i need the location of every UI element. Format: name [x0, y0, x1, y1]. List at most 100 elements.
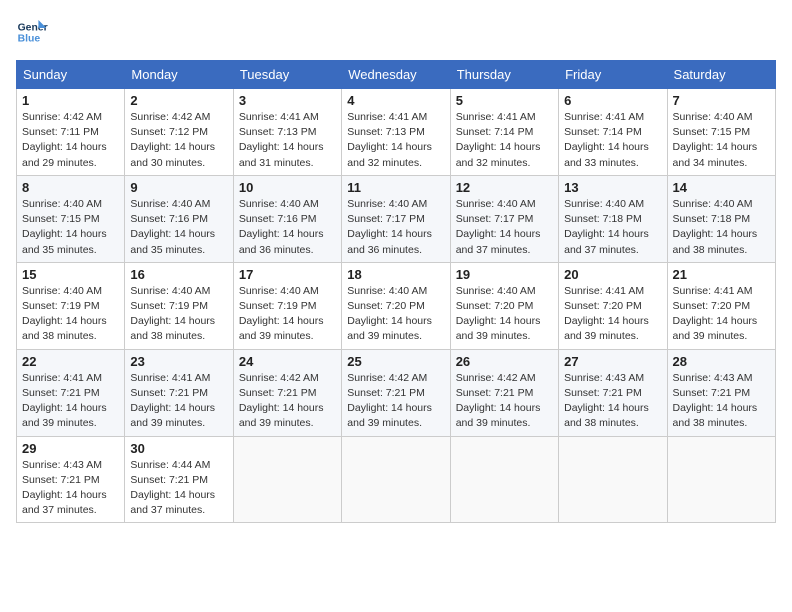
calendar-week-1: 1 Sunrise: 4:42 AMSunset: 7:11 PMDaylight… [17, 89, 776, 176]
day-info: Sunrise: 4:41 AMSunset: 7:21 PMDaylight:… [130, 371, 227, 432]
day-number: 5 [456, 93, 553, 108]
calendar-table: SundayMondayTuesdayWednesdayThursdayFrid… [16, 60, 776, 523]
day-number: 24 [239, 354, 336, 369]
day-number: 7 [673, 93, 770, 108]
calendar-week-5: 29 Sunrise: 4:43 AMSunset: 7:21 PMDayligh… [17, 436, 776, 523]
calendar-header: SundayMondayTuesdayWednesdayThursdayFrid… [17, 61, 776, 89]
calendar-cell [342, 436, 450, 523]
day-info: Sunrise: 4:41 AMSunset: 7:20 PMDaylight:… [673, 284, 770, 345]
calendar-week-4: 22 Sunrise: 4:41 AMSunset: 7:21 PMDayligh… [17, 349, 776, 436]
weekday-header-wednesday: Wednesday [342, 61, 450, 89]
day-info: Sunrise: 4:42 AMSunset: 7:12 PMDaylight:… [130, 110, 227, 171]
day-info: Sunrise: 4:41 AMSunset: 7:14 PMDaylight:… [564, 110, 661, 171]
logo: General Blue [16, 16, 48, 48]
calendar-cell: 5Sunrise: 4:41 AMSunset: 7:14 PMDaylight… [450, 89, 558, 176]
day-number: 14 [673, 180, 770, 195]
day-number: 26 [456, 354, 553, 369]
day-info: Sunrise: 4:40 AMSunset: 7:19 PMDaylight:… [239, 284, 336, 345]
day-number: 27 [564, 354, 661, 369]
day-info: Sunrise: 4:41 AMSunset: 7:13 PMDaylight:… [347, 110, 444, 171]
day-number: 21 [673, 267, 770, 282]
day-number: 20 [564, 267, 661, 282]
day-info: Sunrise: 4:41 AMSunset: 7:13 PMDaylight:… [239, 110, 336, 171]
calendar-cell: 15 Sunrise: 4:40 AMSunset: 7:19 PMDayligh… [17, 262, 125, 349]
calendar-cell: 24Sunrise: 4:42 AMSunset: 7:21 PMDayligh… [233, 349, 341, 436]
calendar-cell: 8 Sunrise: 4:40 AMSunset: 7:15 PMDaylight… [17, 175, 125, 262]
day-number: 18 [347, 267, 444, 282]
calendar-cell [233, 436, 341, 523]
day-info: Sunrise: 4:41 AMSunset: 7:20 PMDaylight:… [564, 284, 661, 345]
day-info: Sunrise: 4:44 AMSunset: 7:21 PMDaylight:… [130, 458, 227, 519]
day-number: 29 [22, 441, 119, 456]
calendar-week-2: 8 Sunrise: 4:40 AMSunset: 7:15 PMDaylight… [17, 175, 776, 262]
weekday-header-sunday: Sunday [17, 61, 125, 89]
day-info: Sunrise: 4:40 AMSunset: 7:20 PMDaylight:… [347, 284, 444, 345]
day-number: 13 [564, 180, 661, 195]
calendar-cell: 19 Sunrise: 4:40 AMSunset: 7:20 PMDayligh… [450, 262, 558, 349]
calendar-cell: 30 Sunrise: 4:44 AMSunset: 7:21 PMDayligh… [125, 436, 233, 523]
day-info: Sunrise: 4:40 AMSunset: 7:17 PMDaylight:… [456, 197, 553, 258]
calendar-cell: 29 Sunrise: 4:43 AMSunset: 7:21 PMDayligh… [17, 436, 125, 523]
calendar-cell: 3Sunrise: 4:41 AMSunset: 7:13 PMDaylight… [233, 89, 341, 176]
calendar-cell: 1 Sunrise: 4:42 AMSunset: 7:11 PMDaylight… [17, 89, 125, 176]
calendar-cell: 22Sunrise: 4:41 AMSunset: 7:21 PMDayligh… [17, 349, 125, 436]
calendar-cell: 25 Sunrise: 4:42 AMSunset: 7:21 PMDayligh… [342, 349, 450, 436]
day-info: Sunrise: 4:40 AMSunset: 7:15 PMDaylight:… [22, 197, 119, 258]
calendar-cell: 14 Sunrise: 4:40 AMSunset: 7:18 PMDayligh… [667, 175, 775, 262]
day-number: 4 [347, 93, 444, 108]
day-info: Sunrise: 4:42 AMSunset: 7:21 PMDaylight:… [347, 371, 444, 432]
calendar-cell: 21 Sunrise: 4:41 AMSunset: 7:20 PMDayligh… [667, 262, 775, 349]
day-number: 9 [130, 180, 227, 195]
day-number: 11 [347, 180, 444, 195]
day-number: 10 [239, 180, 336, 195]
page-header: General Blue [16, 16, 776, 48]
day-number: 2 [130, 93, 227, 108]
svg-text:Blue: Blue [18, 34, 41, 45]
day-number: 8 [22, 180, 119, 195]
calendar-cell: 17 Sunrise: 4:40 AMSunset: 7:19 PMDayligh… [233, 262, 341, 349]
day-number: 17 [239, 267, 336, 282]
calendar-cell: 16 Sunrise: 4:40 AMSunset: 7:19 PMDayligh… [125, 262, 233, 349]
day-number: 15 [22, 267, 119, 282]
day-number: 1 [22, 93, 119, 108]
day-info: Sunrise: 4:42 AMSunset: 7:21 PMDaylight:… [456, 371, 553, 432]
day-number: 28 [673, 354, 770, 369]
calendar-cell [559, 436, 667, 523]
weekday-header-row: SundayMondayTuesdayWednesdayThursdayFrid… [17, 61, 776, 89]
day-number: 30 [130, 441, 227, 456]
day-info: Sunrise: 4:43 AMSunset: 7:21 PMDaylight:… [673, 371, 770, 432]
calendar-cell: 4 Sunrise: 4:41 AMSunset: 7:13 PMDaylight… [342, 89, 450, 176]
day-info: Sunrise: 4:40 AMSunset: 7:19 PMDaylight:… [130, 284, 227, 345]
calendar-cell: 7Sunrise: 4:40 AMSunset: 7:15 PMDaylight… [667, 89, 775, 176]
weekday-header-monday: Monday [125, 61, 233, 89]
day-info: Sunrise: 4:43 AMSunset: 7:21 PMDaylight:… [22, 458, 119, 519]
calendar-cell: 27Sunrise: 4:43 AMSunset: 7:21 PMDayligh… [559, 349, 667, 436]
weekday-header-saturday: Saturday [667, 61, 775, 89]
calendar-cell: 11Sunrise: 4:40 AMSunset: 7:17 PMDayligh… [342, 175, 450, 262]
calendar-cell: 6 Sunrise: 4:41 AMSunset: 7:14 PMDaylight… [559, 89, 667, 176]
calendar-body: 1 Sunrise: 4:42 AMSunset: 7:11 PMDaylight… [17, 89, 776, 523]
weekday-header-tuesday: Tuesday [233, 61, 341, 89]
day-info: Sunrise: 4:42 AMSunset: 7:11 PMDaylight:… [22, 110, 119, 171]
weekday-header-friday: Friday [559, 61, 667, 89]
calendar-cell: 13 Sunrise: 4:40 AMSunset: 7:18 PMDayligh… [559, 175, 667, 262]
calendar-cell: 23Sunrise: 4:41 AMSunset: 7:21 PMDayligh… [125, 349, 233, 436]
day-number: 12 [456, 180, 553, 195]
calendar-week-3: 15 Sunrise: 4:40 AMSunset: 7:19 PMDayligh… [17, 262, 776, 349]
day-number: 16 [130, 267, 227, 282]
calendar-cell: 28 Sunrise: 4:43 AMSunset: 7:21 PMDayligh… [667, 349, 775, 436]
calendar-cell: 20 Sunrise: 4:41 AMSunset: 7:20 PMDayligh… [559, 262, 667, 349]
day-info: Sunrise: 4:40 AMSunset: 7:18 PMDaylight:… [564, 197, 661, 258]
calendar-cell: 10Sunrise: 4:40 AMSunset: 7:16 PMDayligh… [233, 175, 341, 262]
calendar-cell: 12 Sunrise: 4:40 AMSunset: 7:17 PMDayligh… [450, 175, 558, 262]
day-info: Sunrise: 4:40 AMSunset: 7:18 PMDaylight:… [673, 197, 770, 258]
day-info: Sunrise: 4:40 AMSunset: 7:16 PMDaylight:… [130, 197, 227, 258]
calendar-cell: 18 Sunrise: 4:40 AMSunset: 7:20 PMDayligh… [342, 262, 450, 349]
day-number: 22 [22, 354, 119, 369]
day-info: Sunrise: 4:40 AMSunset: 7:20 PMDaylight:… [456, 284, 553, 345]
day-info: Sunrise: 4:40 AMSunset: 7:19 PMDaylight:… [22, 284, 119, 345]
day-number: 6 [564, 93, 661, 108]
day-number: 19 [456, 267, 553, 282]
day-number: 25 [347, 354, 444, 369]
calendar-cell: 2 Sunrise: 4:42 AMSunset: 7:12 PMDaylight… [125, 89, 233, 176]
